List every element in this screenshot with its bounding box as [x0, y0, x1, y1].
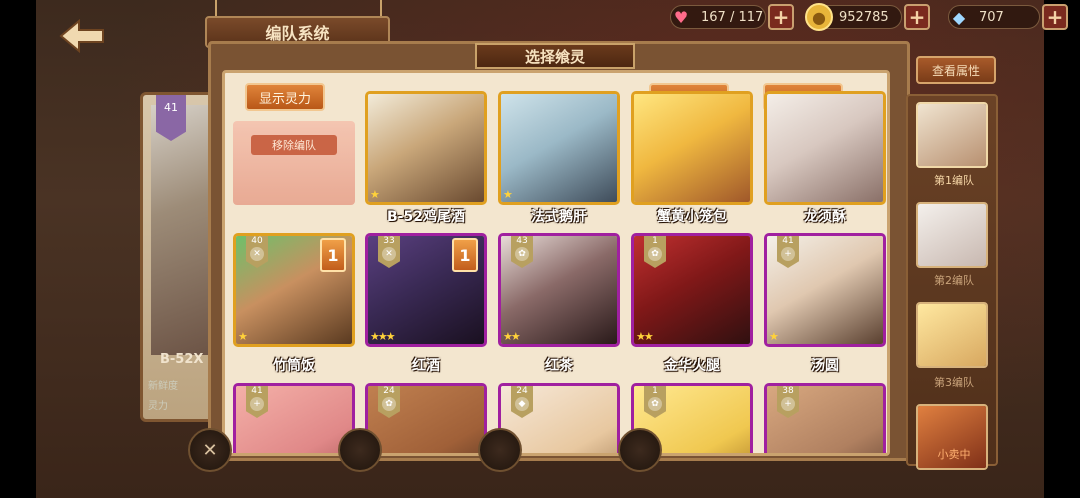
view-attributes-button[interactable]: 查看属性	[916, 56, 996, 84]
add-stamina-button[interactable]: +	[768, 4, 794, 30]
level-badge: 41 +	[777, 236, 799, 268]
skill-slot-icon[interactable]	[618, 428, 662, 472]
team-2-tab[interactable]	[916, 202, 988, 268]
spirit-card[interactable]: ★	[498, 91, 620, 205]
heart-icon: ♥	[673, 7, 689, 27]
fork-knife-icon[interactable]: ✕	[188, 428, 232, 472]
spirit-name: 红茶	[545, 358, 573, 374]
spirit-name: B-52X	[160, 352, 204, 367]
team-portrait	[918, 304, 986, 366]
star-rating: ★★★	[370, 330, 396, 343]
spirit-card[interactable]: 24 ✿	[365, 383, 487, 453]
spirit-card[interactable]: 40 ✕ 1 ★	[233, 233, 355, 347]
star-rating: ★	[370, 188, 380, 201]
back-arrow-icon	[59, 18, 104, 54]
skill-slot-icon[interactable]	[338, 428, 382, 472]
level-badge: 38 +	[777, 386, 799, 418]
spirit-card[interactable]: 43 ✿ ★★	[498, 233, 620, 347]
coin-icon: ●	[805, 3, 833, 31]
spirit-name: 法式鹅肝	[531, 209, 587, 225]
spirit-name: 龙须酥	[804, 209, 846, 225]
level-badge: 33 ✕	[378, 236, 400, 268]
star-rating: ★★	[636, 330, 654, 343]
remove-team-button[interactable]: 移除编队	[251, 135, 337, 155]
team-3-label: 第3编队	[934, 376, 974, 389]
spirit-card[interactable]	[764, 91, 886, 205]
spirit-card[interactable]: 38 +	[764, 383, 886, 453]
flower-icon: ✿	[648, 247, 662, 261]
spirit-card[interactable]: ★	[365, 91, 487, 205]
spirit-portrait	[767, 94, 883, 202]
spirit-portrait	[501, 94, 617, 202]
crystal-icon: ◆	[952, 7, 966, 27]
add-gold-button[interactable]: +	[904, 4, 930, 30]
plus-icon: +	[781, 397, 795, 411]
flower-icon: ✿	[515, 247, 529, 261]
team-number-badge: 1	[452, 238, 478, 272]
add-crystal-button[interactable]: +	[1042, 4, 1068, 30]
team-4-label: 小卖中	[937, 448, 971, 461]
plus-icon: +	[781, 247, 795, 261]
team-number-badge: 1	[320, 238, 346, 272]
back-button[interactable]	[52, 14, 112, 58]
spirit-name: 蟹黄小笼包	[657, 209, 727, 225]
team-portrait	[918, 204, 986, 266]
crystal-value: 707	[979, 9, 1004, 25]
team-2-label: 第2编队	[934, 274, 974, 287]
knife-icon: ✕	[250, 247, 264, 261]
panel-title: 选择飨灵	[475, 43, 635, 69]
level-badge: 24 ◆	[511, 386, 533, 418]
gold-counter: ● 952785	[805, 3, 902, 31]
level-badge: 24 ✿	[378, 386, 400, 418]
team-3-tab[interactable]	[916, 302, 988, 368]
spirit-name: B-52鸡尾酒	[387, 209, 465, 225]
spirit-card[interactable]: 1 ✿ ★★	[631, 233, 753, 347]
spirit-portrait	[368, 94, 484, 202]
spirit-portrait	[634, 94, 750, 202]
spirit-list[interactable]: 显示灵力 筛选 排序 移除编队 ★ B-52鸡尾酒 ★ 法式鹅肝 蟹黄小笼包 龙…	[222, 70, 890, 456]
spirit-name: 竹筒饭	[273, 358, 315, 374]
level-badge: 1 ✿	[644, 236, 666, 268]
spirit-card[interactable]	[631, 91, 753, 205]
left-letterbox	[0, 0, 36, 498]
stamina-value: 167 / 117	[701, 9, 764, 25]
level-badge: 1 ✿	[644, 386, 666, 418]
spirit-name: 汤圆	[811, 358, 839, 374]
team-sidebar: 第1编队 第2编队 第3编队 小卖中	[906, 94, 998, 470]
spirit-name: 红酒	[412, 358, 440, 374]
level-badge: 41	[156, 95, 186, 141]
level-badge: 40 ✕	[246, 236, 268, 268]
level-badge: 41 +	[246, 386, 268, 418]
gold-value: 952785	[839, 9, 889, 25]
team-1-label: 第1编队	[934, 174, 974, 187]
spirit-card[interactable]: 33 ✕ 1 ★★★	[365, 233, 487, 347]
plus-icon: +	[250, 397, 264, 411]
right-letterbox	[1044, 0, 1080, 498]
show-spirit-button[interactable]: 显示灵力	[245, 83, 325, 111]
empty-slot[interactable]: 移除编队	[233, 121, 355, 205]
spirit-card[interactable]: 41 +	[233, 383, 355, 453]
level-badge: 43 ✿	[511, 236, 533, 268]
spirit-card[interactable]: 41 + ★	[764, 233, 886, 347]
crystal-counter: ◆ 707	[948, 5, 1040, 29]
star-rating: ★	[769, 330, 779, 343]
flower-icon: ✿	[382, 397, 396, 411]
skill-slot-icon[interactable]	[478, 428, 522, 472]
spirit-name: 金华火腿	[664, 358, 720, 374]
star-rating: ★★	[503, 330, 521, 343]
stamina-counter: ♥ 167 / 117	[670, 5, 766, 29]
shield-icon: ◆	[515, 397, 529, 411]
team-portrait	[918, 104, 986, 166]
star-rating: ★	[238, 330, 248, 343]
team-1-tab[interactable]	[916, 102, 988, 168]
star-rating: ★	[503, 188, 513, 201]
flower-icon: ✿	[648, 397, 662, 411]
knife-icon: ✕	[382, 247, 396, 261]
